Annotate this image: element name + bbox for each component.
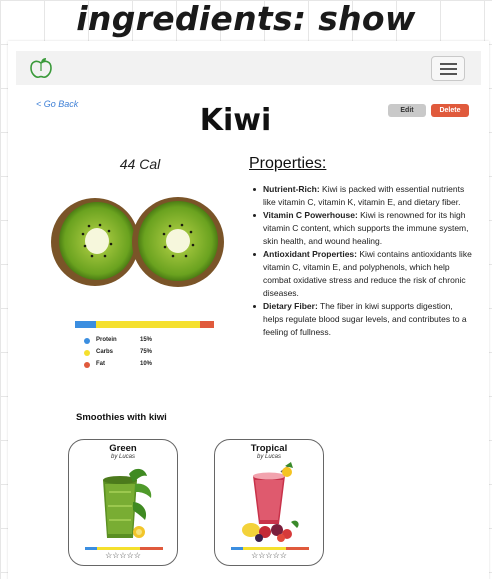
bar-segment (285, 547, 310, 550)
star-rating[interactable]: ☆☆☆☆☆ (69, 551, 177, 560)
smoothie-author: by Lucas (256, 454, 281, 460)
fat-dot-icon (84, 362, 90, 368)
properties-list: Nutrient-Rich: Kiwi is packed with essen… (251, 183, 473, 339)
smoothies-heading: Smoothies with kiwi (76, 412, 167, 423)
macro-legend: Protein 15% Carbs 75% Fat 10% (84, 337, 164, 373)
delete-button[interactable]: Delete (431, 104, 469, 117)
kiwi-halves-image (51, 197, 224, 287)
legend-name: Protein (96, 337, 117, 343)
smoothie-macro-bar (231, 547, 310, 550)
bar-segment (242, 547, 286, 550)
smoothie-macro-bar (85, 547, 164, 550)
macro-bar-fat (200, 321, 214, 328)
property-label: Dietary Fiber: (263, 301, 318, 311)
property-label: Antioxidant Properties: (263, 249, 357, 259)
bar-segment (96, 547, 140, 550)
smoothie-card-green[interactable]: Green by Lucas ☆☆☆☆☆ (68, 439, 178, 566)
green-smoothie-image (103, 468, 152, 538)
macro-bar-protein (75, 321, 96, 328)
smoothie-name: Green (109, 443, 137, 454)
go-back-link[interactable]: < Go Back (36, 99, 78, 109)
legend-row-fat: Fat 10% (84, 361, 164, 373)
legend-percent: 10% (140, 361, 153, 367)
bar-segment (85, 547, 97, 550)
carbs-dot-icon (84, 350, 90, 356)
smoothie-card-tropical[interactable]: Tropical by Lucas ☆☆☆☆☆ (214, 439, 324, 566)
navbar (16, 51, 481, 85)
ingredient-title: Kiwi (199, 103, 272, 138)
main-card: < Go Back Kiwi Edit Delete 44 Cal Protei… (8, 41, 489, 579)
property-label: Nutrient-Rich: (263, 184, 320, 194)
calorie-count: 44 Cal (119, 156, 161, 172)
hamburger-menu-icon[interactable] (431, 56, 465, 81)
legend-row-carbs: Carbs 75% (84, 349, 164, 361)
legend-percent: 15% (140, 337, 153, 343)
tropical-smoothie-image (242, 462, 299, 542)
properties-heading: Properties: (249, 155, 327, 172)
legend-percent: 75% (140, 349, 153, 355)
smoothie-author: by Lucas (110, 454, 135, 460)
legend-row-protein: Protein 15% (84, 337, 164, 349)
macro-bar-carbs (95, 321, 201, 328)
legend-name: Fat (96, 361, 105, 367)
property-item: Vitamin C Powerhouse: Kiwi is renowned f… (251, 209, 473, 248)
protein-dot-icon (84, 338, 90, 344)
bar-segment (231, 547, 243, 550)
legend-name: Carbs (96, 349, 114, 355)
star-rating[interactable]: ☆☆☆☆☆ (215, 551, 323, 560)
smoothie-name: Tropical (250, 443, 288, 454)
page-banner-title: ingredients: show (76, 0, 416, 38)
macro-bar (75, 321, 214, 328)
bar-segment (139, 547, 164, 550)
property-item: Nutrient-Rich: Kiwi is packed with essen… (251, 183, 473, 209)
property-item: Dietary Fiber: The fiber in kiwi support… (251, 300, 473, 339)
apple-logo-icon[interactable] (28, 57, 54, 79)
property-item: Antioxidant Properties: Kiwi contains an… (251, 248, 473, 300)
property-label: Vitamin C Powerhouse: (263, 210, 358, 220)
edit-button[interactable]: Edit (388, 104, 426, 117)
